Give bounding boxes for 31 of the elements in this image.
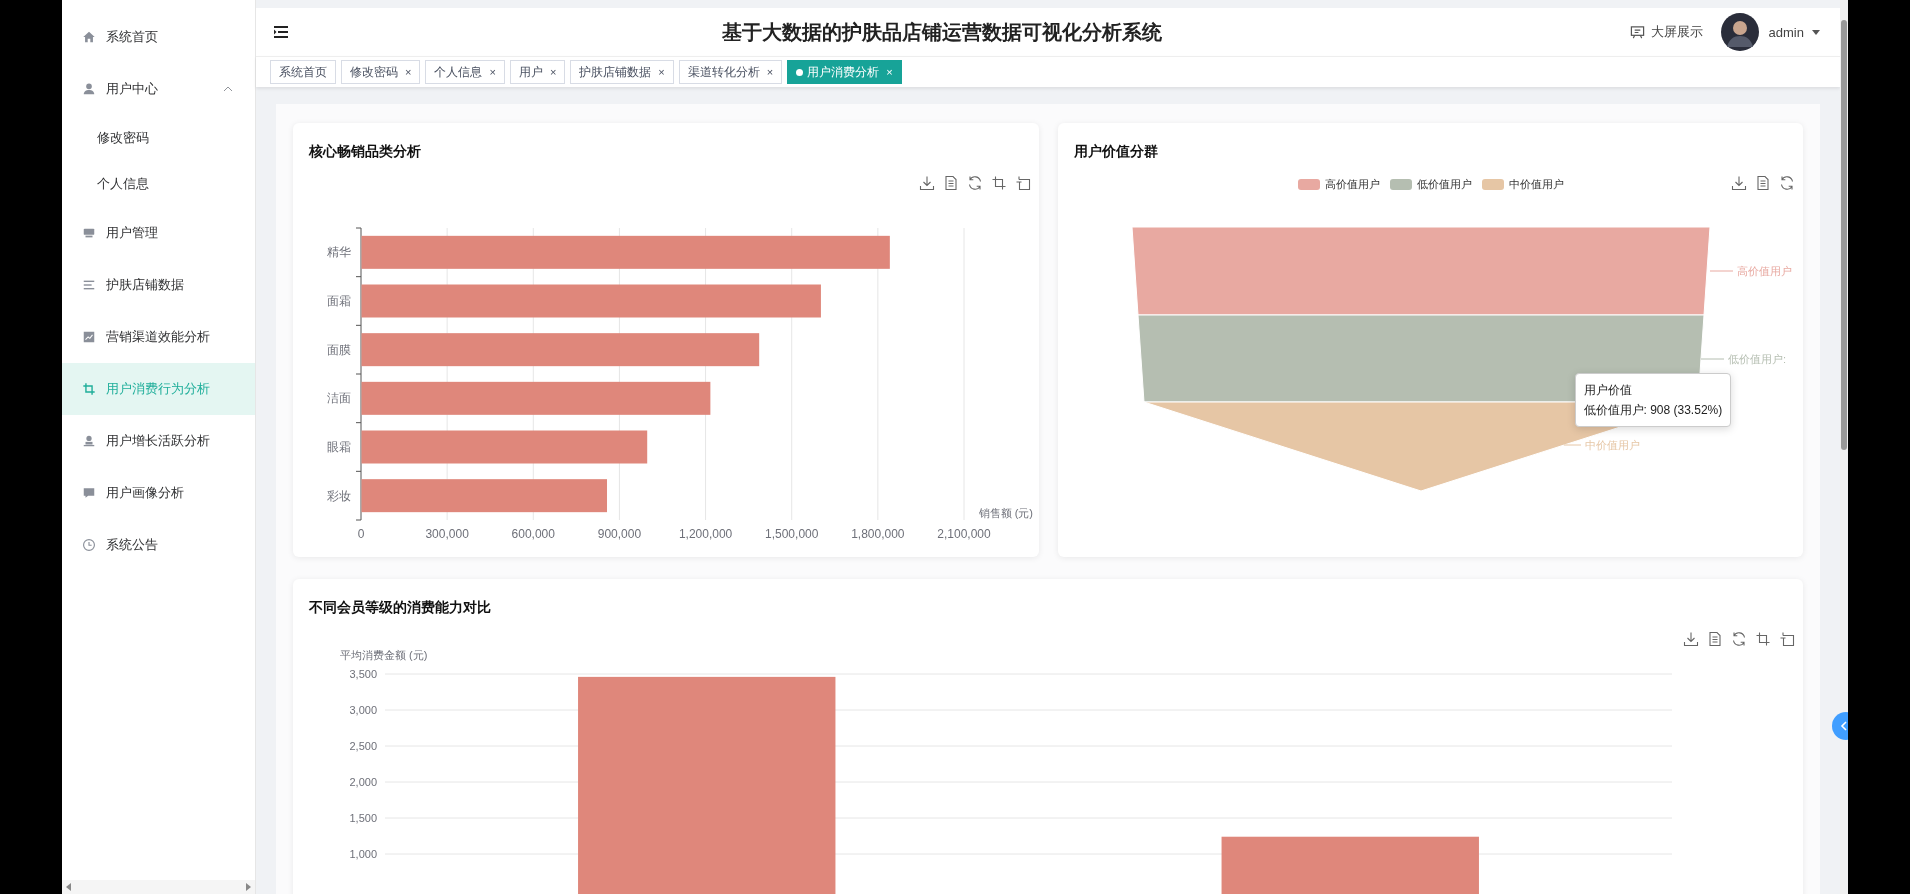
tooltip-title: 用户价值: [1583, 382, 1633, 399]
axis-label: 眼霜: [327, 440, 351, 454]
axis-label: 300,000: [425, 527, 469, 541]
tooltip-text: 低价值用户: 908 (33.52%): [1583, 402, 1723, 419]
axis-label: 1,500,000: [765, 527, 819, 541]
axis-title: 销售额 (元): [978, 507, 1033, 519]
axis-label: 2,000: [349, 776, 377, 788]
axis-label: 1,000: [349, 848, 377, 860]
funnel-label: 高价值用户: [1736, 265, 1792, 277]
axis-label: 600,000: [511, 527, 555, 541]
card-title: 核心畅销品类分析: [308, 142, 422, 161]
axis-label: 彩妆: [327, 488, 351, 503]
axis-label: 3,000: [349, 704, 377, 716]
card-title: 不同会员等级的消费能力对比: [308, 598, 492, 617]
funnel-label: 中价值用户: [1584, 439, 1640, 451]
axis-label: 2,500: [349, 740, 377, 752]
axis-label: 洁面: [327, 391, 351, 406]
axis-label: 面霜: [327, 294, 351, 308]
axis-label: 面膜: [327, 342, 351, 357]
funnel-label: 低价值用户:: [1727, 353, 1786, 365]
axis-label: 1,200,000: [678, 527, 733, 541]
axis-label: 1,500: [349, 812, 377, 824]
axis-title: 平均消费金额 (元): [340, 649, 428, 661]
axis-label: 2,100,000: [937, 527, 991, 541]
card-title: 用户价值分群: [1072, 142, 1159, 161]
axis-label: 精华: [327, 245, 351, 260]
axis-label: 900,000: [597, 527, 642, 541]
axis-label: 3,500: [349, 668, 377, 680]
app-title: 基于大数据的护肤品店铺运营数据可视化分析系统: [720, 19, 1163, 45]
axis-label: 0: [357, 527, 365, 541]
axis-label: 1,800,000: [851, 527, 905, 541]
